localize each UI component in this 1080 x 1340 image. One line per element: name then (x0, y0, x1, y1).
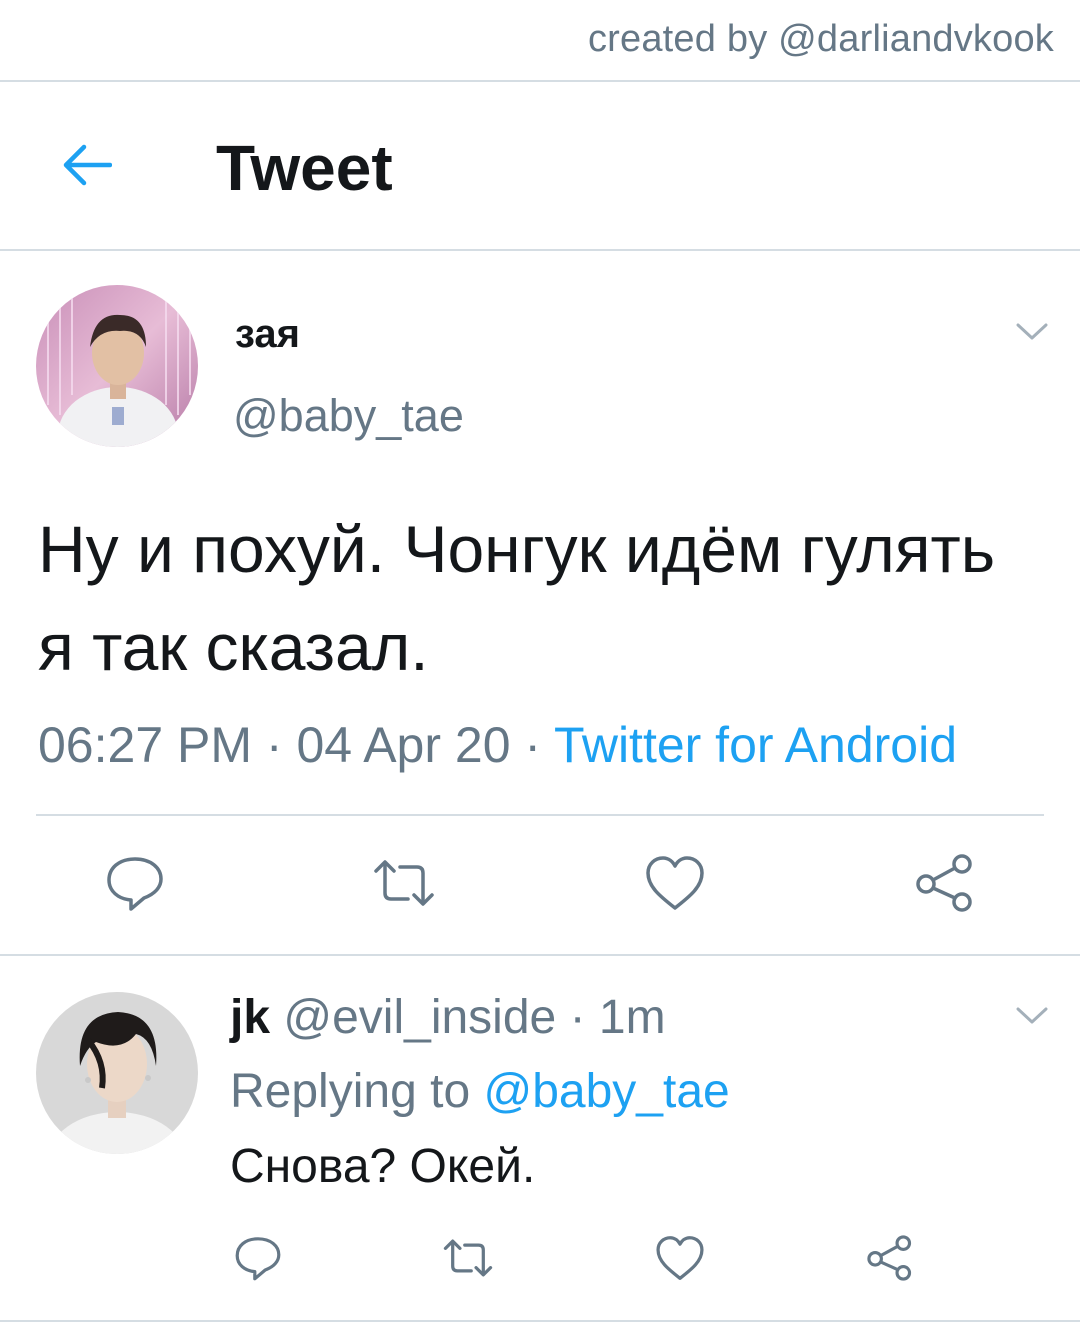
tweet-time: 06:27 PM (38, 717, 253, 773)
reply-icon (104, 853, 166, 918)
reply-header: jk @evil_inside · 1m (230, 990, 666, 1045)
reply-text: Снова? Окей. (230, 1140, 536, 1193)
retweet-button[interactable] (436, 1232, 500, 1288)
like-button[interactable] (640, 850, 710, 920)
like-icon (654, 1234, 706, 1287)
chevron-down-icon[interactable] (1012, 1000, 1052, 1030)
like-button[interactable] (652, 1232, 708, 1288)
mention-link[interactable]: @baby_tae (483, 1065, 729, 1118)
avatar[interactable] (36, 992, 198, 1154)
header-divider (0, 249, 1080, 251)
tweet-source-link[interactable]: Twitter for Android (554, 717, 957, 773)
like-icon (643, 854, 707, 917)
user-handle[interactable]: @baby_tae (233, 390, 464, 442)
back-button[interactable] (56, 137, 116, 197)
retweet-icon (439, 1235, 497, 1286)
retweet-icon (368, 855, 440, 916)
retweet-button[interactable] (366, 850, 442, 920)
page-title: Tweet (216, 132, 393, 204)
reply-button[interactable] (100, 850, 170, 920)
reply-time: 1m (598, 991, 666, 1044)
watermark-text: created by @darliandvkook (587, 18, 1054, 60)
tweet-divider (0, 954, 1080, 956)
meta-separator: · (510, 717, 555, 773)
share-button[interactable] (862, 1232, 918, 1288)
replying-prefix: Replying to (230, 1065, 484, 1118)
tweet-text: Ну и похуй. Чонгук идём гулять я так ска… (38, 512, 996, 684)
display-name[interactable]: зая (235, 312, 300, 357)
meta-separator: · (556, 991, 599, 1044)
meta-separator: · (252, 717, 297, 773)
bottom-divider (0, 1320, 1080, 1322)
avatar[interactable] (36, 285, 198, 447)
replying-to: Replying to @baby_tae (230, 1064, 730, 1119)
reply-icon (233, 1234, 283, 1287)
meta-divider (36, 814, 1044, 816)
chevron-down-icon[interactable] (1012, 316, 1052, 346)
header-bar: Tweet (0, 83, 1080, 249)
reply-display-name[interactable]: jk (230, 991, 270, 1044)
share-icon (913, 853, 977, 918)
share-icon (865, 1234, 915, 1287)
share-button[interactable] (910, 850, 980, 920)
arrow-left-icon (60, 143, 113, 192)
reply-button[interactable] (230, 1232, 286, 1288)
tweet-date: 04 Apr 20 (296, 717, 511, 773)
tweet-meta: 06:27 PM · 04 Apr 20 · Twitter for Andro… (38, 716, 957, 774)
reply-handle[interactable]: @evil_inside (283, 991, 556, 1044)
top-divider (0, 80, 1080, 82)
